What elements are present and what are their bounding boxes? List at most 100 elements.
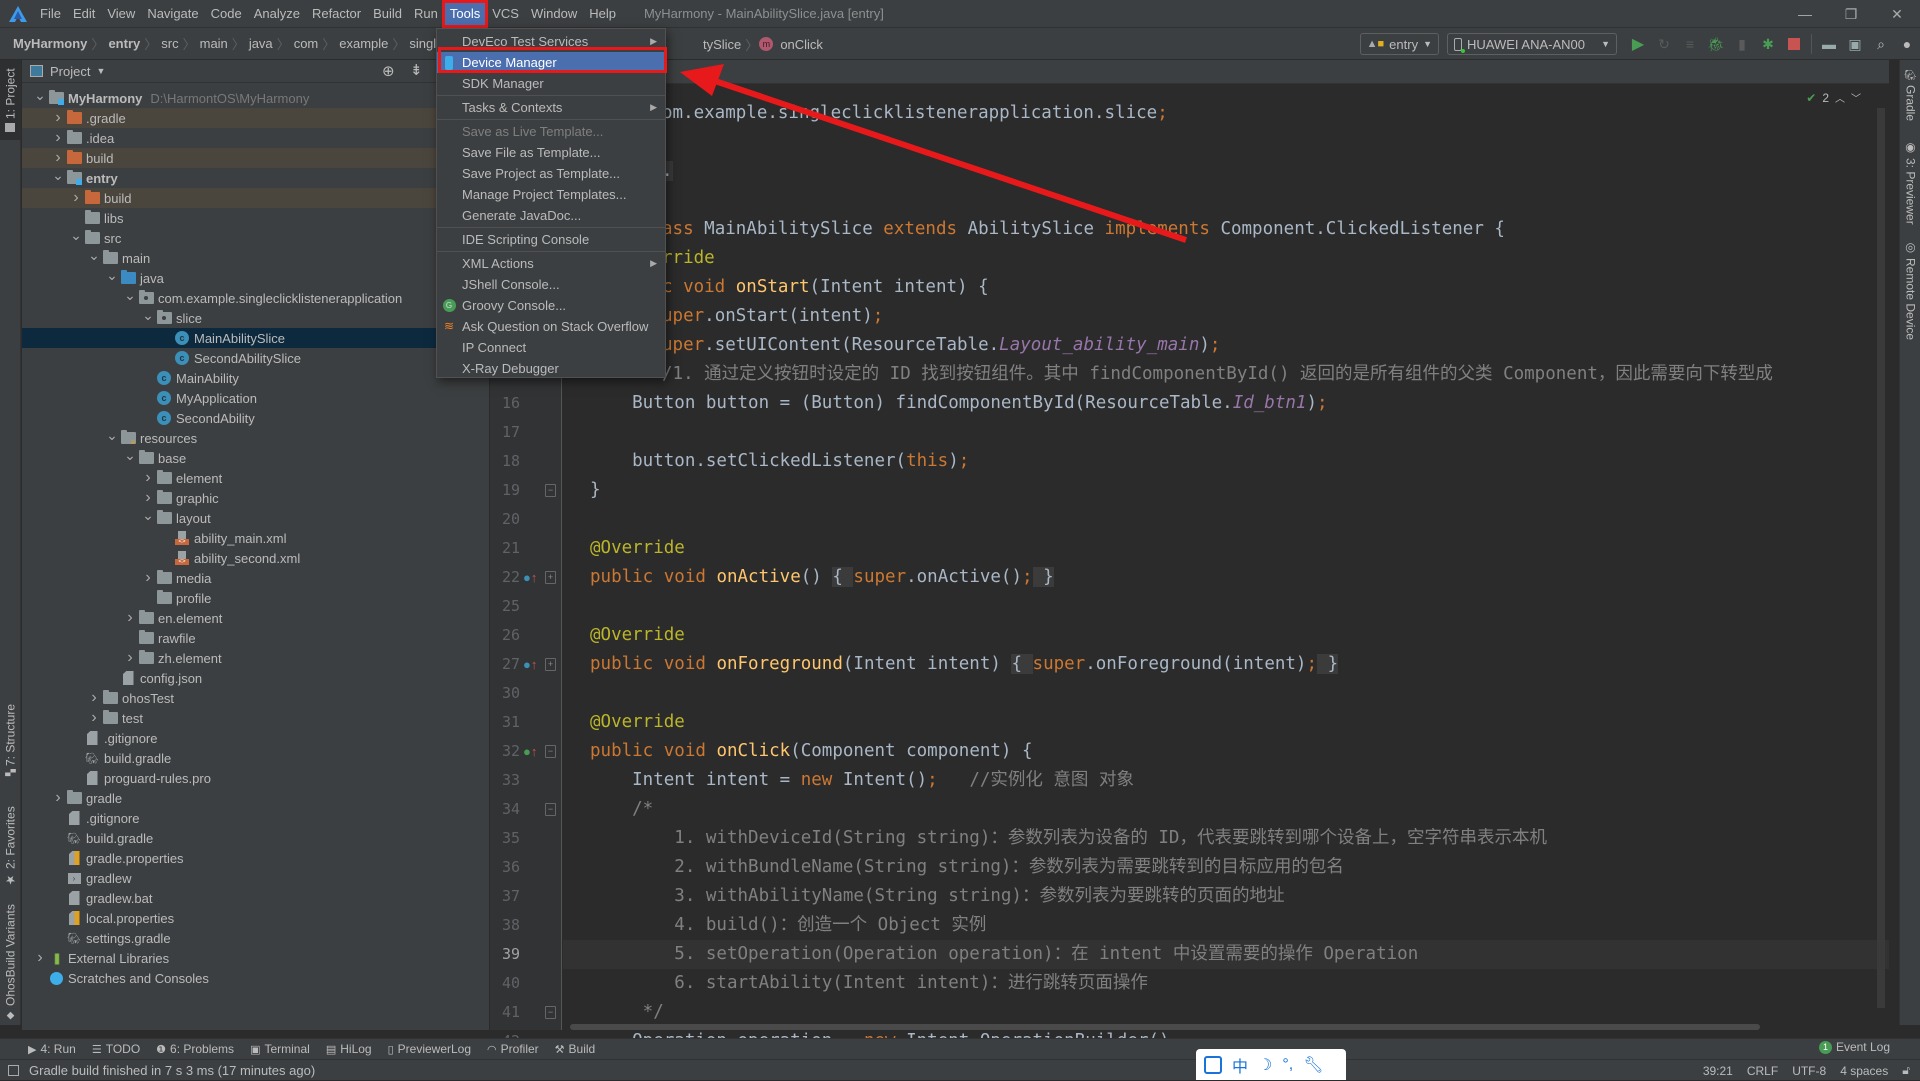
code-line[interactable]: rride: [662, 244, 715, 273]
account-icon[interactable]: ●: [1894, 31, 1920, 57]
tree-item[interactable]: › build: [22, 188, 490, 208]
file-encoding[interactable]: UTF-8: [1792, 1064, 1826, 1078]
tree-item[interactable]: c SecondAbility: [22, 408, 490, 428]
tool-tab-remote-device[interactable]: ◎ Remote Device: [1900, 240, 1920, 350]
tool-window-hilog[interactable]: ▤ HiLog: [326, 1042, 372, 1056]
tool-window-terminal[interactable]: ▣ Terminal: [250, 1042, 310, 1056]
line-separator[interactable]: CRLF: [1747, 1064, 1778, 1078]
tree-item[interactable]: 🐘︎ build.gradle: [22, 828, 490, 848]
breadcrumb-item[interactable]: com: [291, 36, 322, 51]
tree-item[interactable]: ⌄ ≡ resources: [22, 427, 490, 448]
locate-file-icon[interactable]: ⊕: [382, 62, 395, 80]
chevron-right-icon[interactable]: ›: [32, 949, 48, 967]
code-line[interactable]: om.example.singleclicklistenerapplicatio…: [662, 99, 1168, 128]
tree-item[interactable]: gradlew.bat: [22, 888, 490, 908]
collapse-all-icon[interactable]: ⇟: [410, 61, 423, 79]
apply-changes-icon[interactable]: ↻: [1651, 31, 1677, 57]
code-line[interactable]: ass MainAbilitySlice extends AbilitySlic…: [662, 215, 1505, 244]
tree-item[interactable]: › en.element: [22, 608, 490, 628]
ime-settings-icon[interactable]: 🔧︎: [1303, 1055, 1323, 1075]
tree-item[interactable]: c MainAbility: [22, 368, 490, 388]
chevron-right-icon[interactable]: ›: [50, 129, 66, 147]
code-line[interactable]: public void onClick(Component component)…: [590, 737, 1033, 766]
tool-window-profiler[interactable]: ◠ Profiler: [487, 1042, 539, 1056]
menu-item-ip-connect[interactable]: IP Connect: [437, 337, 665, 358]
status-message[interactable]: Gradle build finished in 7 s 3 ms (17 mi…: [29, 1063, 315, 1078]
chevron-down-icon[interactable]: ⌄: [68, 227, 84, 244]
tree-item[interactable]: › gradlew: [22, 868, 490, 888]
code-line[interactable]: 2. withBundleName(String string)：参数列表为需要…: [590, 853, 1344, 882]
menu-run[interactable]: Run: [408, 2, 444, 26]
code-line[interactable]: /*: [590, 795, 653, 824]
run-config-combo[interactable]: ▲■ entry ▼: [1359, 33, 1439, 55]
code-line[interactable]: 6. startAbility(Intent intent)：进行跳转页面操作: [590, 969, 1148, 998]
apply-code-changes-icon[interactable]: ≡: [1677, 31, 1703, 57]
tree-item[interactable]: › zh.element: [22, 648, 490, 668]
menu-code[interactable]: Code: [205, 2, 248, 26]
implements-icon[interactable]: ●↑: [523, 744, 537, 759]
override-icon[interactable]: ●↑: [523, 657, 537, 672]
code-line[interactable]: button.setClickedListener(this);: [590, 447, 969, 476]
tree-item[interactable]: gradle.properties: [22, 848, 490, 868]
tree-item[interactable]: ⌄ base: [22, 447, 490, 468]
fold-expand-icon[interactable]: +: [545, 571, 556, 584]
code-line[interactable]: @Override: [590, 708, 685, 737]
fold-collapse-icon[interactable]: −: [545, 745, 556, 758]
breadcrumb-item[interactable]: src: [158, 36, 181, 51]
tree-item[interactable]: ⌄ src: [22, 227, 490, 248]
minimize-button[interactable]: —: [1782, 0, 1828, 28]
code-line[interactable]: @Override: [590, 534, 685, 563]
code-line[interactable]: uper.onStart(intent);: [662, 302, 883, 331]
tree-item[interactable]: › |||| External Libraries: [22, 948, 490, 968]
code-line[interactable]: Intent intent = new Intent(); //实例化 意图 对…: [590, 766, 1134, 795]
chevron-right-icon[interactable]: ›: [122, 609, 138, 627]
menu-tools[interactable]: Tools: [441, 0, 489, 28]
code-line[interactable]: 1. withDeviceId(String string)：参数列表为设备的 …: [590, 824, 1547, 853]
chevron-down-icon[interactable]: ⌄: [140, 307, 156, 324]
tree-item[interactable]: local.properties: [22, 908, 490, 928]
inspection-widget[interactable]: ✔ 2 ︿ ﹀: [1806, 90, 1861, 106]
ime-logo-icon[interactable]: [1204, 1055, 1222, 1074]
stop-icon[interactable]: [1781, 31, 1807, 57]
menu-item-sdk-manager[interactable]: SDK Manager: [437, 73, 665, 94]
menu-item-xml-actions[interactable]: XML Actions ▶: [437, 253, 665, 274]
code-line[interactable]: 3. withAbilityName(String string)：参数列表为要…: [590, 882, 1284, 911]
breadcrumb-class[interactable]: tySlice: [700, 37, 744, 52]
chevron-down-icon[interactable]: ⌄: [86, 247, 102, 264]
tree-item[interactable]: .gitignore: [22, 728, 490, 748]
menu-analyze[interactable]: Analyze: [248, 2, 306, 26]
indent-setting[interactable]: 4 spaces: [1840, 1064, 1888, 1078]
tree-item[interactable]: 🐘︎ build.gradle: [22, 748, 490, 768]
tree-item[interactable]: proguard-rules.pro: [22, 768, 490, 788]
project-view-selector[interactable]: Project: [50, 64, 90, 79]
tree-item[interactable]: › ohosTest: [22, 688, 490, 708]
terminal-window-icon[interactable]: ▣: [1842, 31, 1868, 57]
menu-item-groovy-console[interactable]: Groovy Console... G: [437, 295, 665, 316]
code-line[interactable]: public void onForeground(Intent intent) …: [590, 650, 1339, 679]
fold-collapse-icon[interactable]: −: [545, 803, 556, 816]
event-log-button[interactable]: 1 Event Log: [1818, 1040, 1890, 1054]
tree-item[interactable]: ability_second.xml: [22, 548, 490, 568]
menu-build[interactable]: Build: [367, 2, 408, 26]
code-line[interactable]: 4. build()：创造一个 Object 实例: [590, 911, 986, 940]
chevron-right-icon[interactable]: ›: [50, 149, 66, 167]
previous-highlight-icon[interactable]: ︿: [1835, 90, 1845, 105]
tool-tab-project[interactable]: 1: Project: [0, 60, 21, 140]
horizontal-scrollbar[interactable]: [570, 1024, 1760, 1030]
chevron-down-icon[interactable]: ⌄: [50, 167, 66, 184]
tree-item[interactable]: c SecondAbilitySlice: [22, 348, 490, 368]
tool-window-6-problems[interactable]: ❶ 6: Problems: [156, 1042, 234, 1056]
tool-tab-previewer[interactable]: ◉ 3: Previewer: [1900, 140, 1920, 230]
fold-expand-icon[interactable]: +: [545, 658, 556, 671]
tree-item[interactable]: ⌄ java: [22, 267, 490, 288]
tree-item[interactable]: › media: [22, 568, 490, 588]
tree-item[interactable]: c MyApplication: [22, 388, 490, 408]
chevron-right-icon[interactable]: ›: [86, 709, 102, 727]
chevron-right-icon[interactable]: ›: [50, 789, 66, 807]
menu-item-ide-scripting-console[interactable]: IDE Scripting Console: [437, 229, 665, 250]
code-line[interactable]: @Override: [590, 621, 685, 650]
chevron-right-icon[interactable]: ›: [140, 569, 156, 587]
code-line[interactable]: */: [590, 998, 664, 1027]
tree-item[interactable]: config.json: [22, 668, 490, 688]
debug-icon[interactable]: 🐞︎: [1703, 31, 1729, 57]
